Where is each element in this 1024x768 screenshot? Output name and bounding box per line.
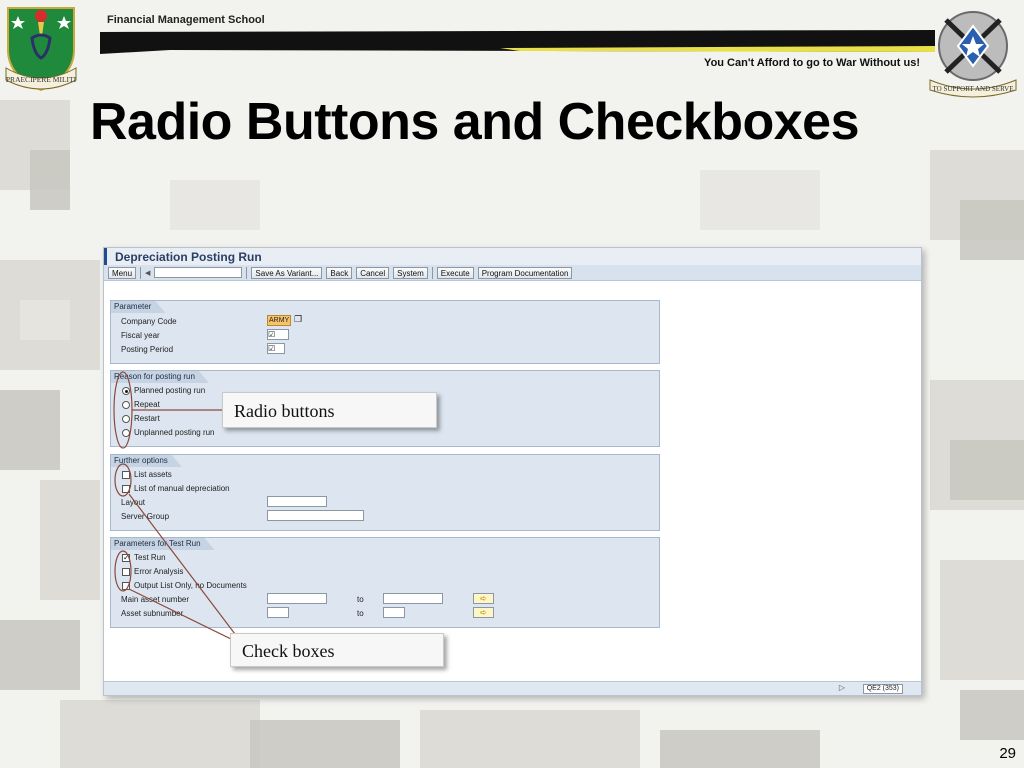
server-group-input[interactable] [267,510,364,521]
asset-sub-to-input[interactable] [383,607,405,618]
execute-button[interactable]: Execute [436,266,474,279]
radio-buttons-callout: Radio buttons [222,392,437,428]
list-assets-checkbox[interactable] [122,471,130,479]
main-asset-from-input[interactable] [267,593,327,604]
back-button[interactable]: Back [326,266,353,279]
toolbar-separator [140,266,142,279]
sap-window-title: Depreciation Posting Run [104,248,921,265]
parameter-group-title: Parameter [111,301,165,313]
command-arrow-icon[interactable]: ◀ [145,269,150,277]
radio-planned-label: Planned posting run [134,386,206,395]
main-asset-number-label: Main asset number [121,595,190,604]
radio-restart-label: Restart [134,414,160,423]
system-button[interactable]: System [393,266,428,279]
output-list-label: Output List Only, no Documents [134,581,247,590]
organization-name: Financial Management School [107,14,265,26]
save-as-variant-button[interactable]: Save As Variant... [251,266,323,279]
main-asset-multiple-selection-button[interactable]: ➪ [473,593,494,604]
toolbar-separator [431,266,433,279]
slide-title: Radio Buttons and Checkboxes [90,93,860,151]
parameter-group: Parameter Company Code ARMY ❐ Fiscal yea… [110,300,660,364]
output-list-checkbox[interactable] [122,582,130,590]
asset-subnumber-label: Asset subnumber [121,609,184,618]
radio-planned[interactable] [122,387,130,395]
test-run-group: Parameters for Test Run ✓ Test Run Error… [110,537,660,628]
list-assets-label: List assets [134,470,172,479]
radio-restart[interactable] [122,415,130,423]
test-run-label: Test Run [134,553,166,562]
right-logo-text: TO SUPPORT AND SERVE [932,85,1013,93]
test-run-title: Parameters for Test Run [111,538,215,550]
radio-repeat-label: Repeat [134,400,160,409]
radio-unplanned[interactable] [122,429,130,437]
posting-period-input[interactable]: ☑ [267,343,285,354]
command-field[interactable] [154,267,243,278]
radio-repeat[interactable] [122,401,130,409]
toolbar-separator [246,266,248,279]
check-boxes-callout: Check boxes [230,633,444,667]
reason-group-title: Reason for posting run [111,371,209,383]
program-documentation-button[interactable]: Program Documentation [477,266,573,279]
header-motto: You Can't Afford to go to War Without us… [704,57,920,69]
list-manual-depreciation-checkbox[interactable] [122,485,130,493]
cancel-button[interactable]: Cancel [356,266,390,279]
asset-sub-to-label: to [357,609,364,618]
school-crest-logo: PRAECIPERE MILITI [5,7,77,92]
system-status-field[interactable]: QE2 (353) [862,684,903,694]
layout-input[interactable] [267,496,327,507]
sap-window: Depreciation Posting Run Menu ◀ Save As … [103,247,922,696]
status-expand-icon[interactable]: ▷ [839,683,845,692]
further-options-title: Further options [111,455,182,467]
server-group-label: Server Group [121,512,170,521]
posting-period-label: Posting Period [121,345,174,354]
sap-status-bar: ▷ QE2 (353) [104,681,921,695]
list-manual-depreciation-label: List of manual depreciation [134,484,230,493]
layout-label: Layout [121,498,146,507]
copy-icon[interactable]: ❐ [294,314,302,325]
page-number: 29 [999,745,1016,762]
asset-sub-from-input[interactable] [267,607,289,618]
company-code-input[interactable]: ARMY [267,315,291,326]
fiscal-year-input[interactable]: ☑ [267,329,289,340]
asset-sub-multiple-selection-button[interactable]: ➪ [473,607,494,618]
main-asset-to-input[interactable] [383,593,443,604]
header-band [100,30,935,54]
menu-button[interactable]: Menu [108,266,137,279]
sap-toolbar: Menu ◀ Save As Variant... Back Cancel Sy… [104,265,921,281]
unit-insignia-logo: TO SUPPORT AND SERVE [929,11,1017,98]
error-analysis-checkbox[interactable] [122,568,130,576]
left-logo-text: PRAECIPERE MILITI [6,75,77,84]
main-asset-to-label: to [357,595,364,604]
error-analysis-label: Error Analysis [134,567,184,576]
radio-unplanned-label: Unplanned posting run [134,428,215,437]
further-options-group: Further options List assets List of manu… [110,454,660,531]
company-code-label: Company Code [121,317,177,326]
test-run-checkbox[interactable]: ✓ [122,554,130,562]
fiscal-year-label: Fiscal year [121,331,160,340]
